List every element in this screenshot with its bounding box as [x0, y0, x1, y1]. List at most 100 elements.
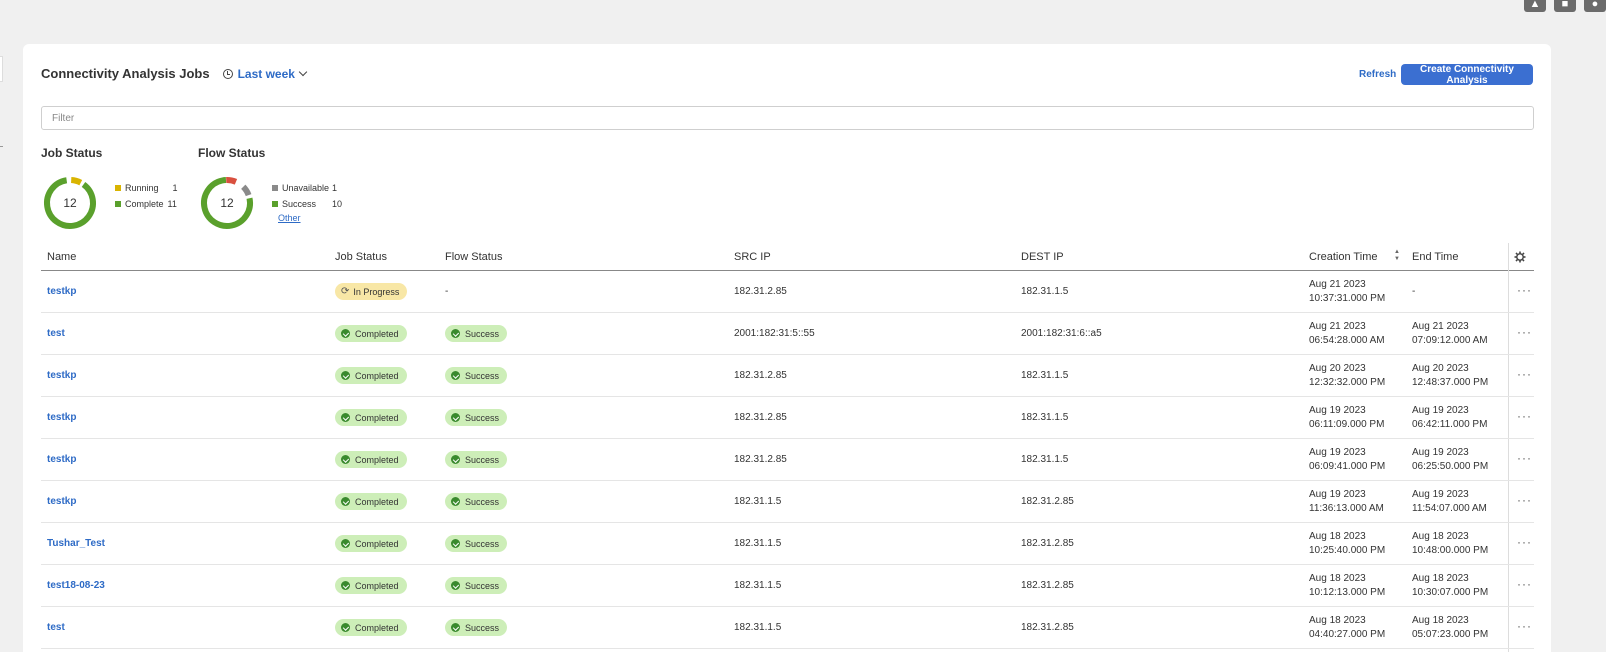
legend-item-running[interactable]: Running 1	[115, 180, 178, 196]
end-clock: 07:09:12.000 AM	[1412, 335, 1488, 346]
col-header-end-time[interactable]: End Time	[1412, 251, 1458, 263]
table-row[interactable]: test18-08-23 Completed Success 182.31.1.…	[41, 565, 1534, 607]
sort-icon[interactable]: ▲ ▼	[1394, 249, 1400, 263]
creation-time: Aug 18 2023 10:25:40.000 PM	[1309, 530, 1385, 558]
job-status-text: Completed	[355, 538, 399, 549]
table-row[interactable]: testkp Completed Success 182.31.2.85 182…	[41, 439, 1534, 481]
row-actions-menu[interactable]: ···	[1517, 577, 1532, 591]
job-name-link[interactable]: Tushar_Test	[47, 538, 105, 549]
job-name-link[interactable]: test	[47, 622, 65, 633]
job-name-link[interactable]: testkp	[47, 454, 76, 465]
job-status-total: 12	[63, 196, 77, 210]
check-circle-icon	[451, 371, 460, 380]
notification-icon[interactable]: ▲	[1524, 0, 1546, 12]
legend-label: Running	[125, 183, 159, 193]
job-name-link[interactable]: test	[47, 328, 65, 339]
job-status-badge: Completed	[335, 451, 407, 468]
row-actions-menu[interactable]: ···	[1517, 283, 1532, 297]
table-row[interactable]: testkp ⟳ In Progress - 182.31.2.85 182.3…	[41, 271, 1534, 313]
creation-clock: 06:09:41.000 PM	[1309, 461, 1386, 472]
creation-time: Aug 18 2023 04:40:27.000 PM	[1309, 614, 1385, 642]
check-circle-icon	[341, 413, 350, 422]
creation-time: Aug 21 2023 06:54:28.000 AM	[1309, 320, 1385, 348]
flow-status-text: Success	[465, 580, 500, 591]
src-ip: 182.31.1.5	[734, 580, 782, 591]
table-row[interactable]: test Completed Success 182.31.1.5 182.31…	[41, 607, 1534, 649]
check-circle-icon	[451, 539, 460, 548]
legend-item-unavailable[interactable]: Unavailable 1	[272, 180, 342, 196]
row-actions-menu[interactable]: ···	[1517, 619, 1532, 633]
end-time: Aug 21 2023 07:09:12.000 AM	[1412, 320, 1488, 348]
end-clock: 06:42:11.000 PM	[1412, 419, 1488, 430]
dest-ip: 182.31.2.85	[1021, 622, 1074, 633]
end-clock: 06:25:50.000 PM	[1412, 461, 1489, 472]
other-link[interactable]: Other	[278, 213, 342, 223]
end-time: Aug 18 2023 10:30:07.000 PM	[1412, 572, 1488, 600]
job-name-link[interactable]: testkp	[47, 496, 76, 507]
time-filter-dropdown[interactable]: Last week	[222, 66, 308, 81]
bookmark-icon[interactable]: ■	[1554, 0, 1576, 12]
end-clock: 05:07:23.000 PM	[1412, 629, 1489, 640]
table-row[interactable]: Tushar_Test Completed Success 182.31.1.5…	[41, 523, 1534, 565]
creation-clock: 06:11:09.000 PM	[1309, 419, 1385, 430]
job-status-summary: Job Status 12 Running 1 Complete 11	[41, 146, 178, 229]
flow-status-legend: Unavailable 1 Success 10 Other	[272, 180, 342, 223]
flow-status-text: Success	[465, 496, 500, 507]
job-name-link[interactable]: testkp	[47, 412, 76, 423]
check-circle-icon	[451, 581, 460, 590]
settings-icon[interactable]: ●	[1584, 0, 1606, 12]
dest-ip: 182.31.1.5	[1021, 454, 1069, 465]
job-name-link[interactable]: test18-08-23	[47, 580, 105, 591]
col-header-creation-time[interactable]: Creation Time	[1309, 251, 1377, 263]
row-actions-menu[interactable]: ···	[1517, 451, 1532, 465]
job-name-link[interactable]: testkp	[47, 286, 76, 297]
table-row[interactable]: testkp Completed Success 182.31.1.5 182.…	[41, 481, 1534, 523]
dest-ip: 182.31.2.85	[1021, 580, 1074, 591]
row-actions-menu[interactable]: ···	[1517, 535, 1532, 549]
page-title: Connectivity Analysis Jobs	[41, 66, 210, 81]
job-name-link[interactable]: testkp	[47, 370, 76, 381]
check-circle-icon	[341, 455, 350, 464]
job-status-text: Completed	[355, 328, 399, 339]
end-clock: 11:54:07.000 AM	[1412, 503, 1487, 514]
src-ip: 182.31.1.5	[734, 538, 782, 549]
table-row[interactable]: testkp Completed Success 182.31.2.85 182…	[41, 355, 1534, 397]
table-row[interactable]: testkp Completed Success 182.31.2.85 182…	[41, 397, 1534, 439]
job-status-text: Completed	[355, 412, 399, 423]
creation-date: Aug 19 2023	[1309, 405, 1366, 416]
end-clock: 10:30:07.000 PM	[1412, 587, 1489, 598]
creation-clock: 10:37:31.000 PM	[1309, 293, 1386, 304]
flow-status-title: Flow Status	[198, 146, 266, 160]
row-actions-menu[interactable]: ···	[1517, 325, 1532, 339]
row-actions-menu[interactable]: ···	[1517, 493, 1532, 507]
job-status-text: Completed	[355, 454, 399, 465]
create-connectivity-analysis-button[interactable]: Create Connectivity Analysis	[1401, 64, 1533, 86]
src-ip: 182.31.1.5	[734, 622, 782, 633]
creation-date: Aug 19 2023	[1309, 489, 1366, 500]
check-circle-icon	[341, 581, 350, 590]
refresh-button[interactable]: Refresh	[1359, 69, 1396, 80]
job-status-badge: Completed	[335, 535, 407, 552]
end-date: Aug 19 2023	[1412, 405, 1469, 416]
filter-input[interactable]	[41, 106, 1534, 130]
creation-time: Aug 19 2023 06:09:41.000 PM	[1309, 446, 1385, 474]
side-panel-toggle[interactable]	[0, 56, 3, 82]
creation-time: Aug 19 2023 11:36:13.000 AM	[1309, 488, 1384, 516]
legend-count: 1	[332, 183, 338, 193]
time-filter-label: Last week	[237, 66, 295, 81]
table-row[interactable]: test Completed Success 2001:182:31:5::55…	[41, 313, 1534, 355]
row-actions-menu[interactable]: ···	[1517, 409, 1532, 423]
col-header-name[interactable]: Name	[47, 251, 76, 263]
row-actions-menu[interactable]: ···	[1517, 367, 1532, 381]
col-header-job-status[interactable]: Job Status	[335, 251, 387, 263]
src-ip: 182.31.1.5	[734, 496, 782, 507]
flow-status-text: Success	[465, 370, 500, 381]
gear-icon[interactable]	[1514, 251, 1526, 263]
legend-item-complete[interactable]: Complete 11	[115, 196, 178, 212]
flow-status-text: Success	[465, 622, 500, 633]
col-header-src-ip[interactable]: SRC IP	[734, 251, 771, 263]
col-header-flow-status[interactable]: Flow Status	[445, 251, 502, 263]
col-header-dest-ip[interactable]: DEST IP	[1021, 251, 1064, 263]
legend-item-success[interactable]: Success 10	[272, 196, 342, 212]
refresh-icon: ⟳	[341, 286, 350, 297]
